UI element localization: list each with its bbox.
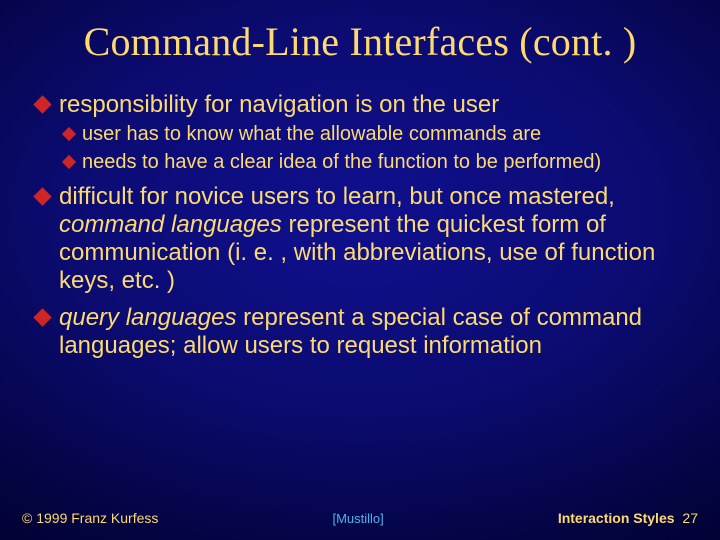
bullet-level1: difficult for novice users to learn, but… bbox=[36, 183, 684, 296]
page-indicator: Interaction Styles 27 bbox=[558, 510, 698, 526]
bullet-level2: user has to know what the allowable comm… bbox=[64, 123, 684, 147]
bullet-text: user has to know what the allowable comm… bbox=[82, 123, 684, 147]
bullet-diamond-icon bbox=[33, 187, 51, 205]
bullet-text: needs to have a clear idea of the functi… bbox=[82, 151, 684, 175]
bullet-diamond-icon bbox=[62, 155, 76, 169]
copyright-text: © 1999 Franz Kurfess bbox=[22, 510, 158, 526]
slide: Command-Line Interfaces (cont. ) respons… bbox=[0, 0, 720, 540]
text-emphasis: query languages bbox=[59, 304, 236, 331]
text-emphasis: command languages bbox=[59, 211, 282, 238]
bullet-text: responsibility for navigation is on the … bbox=[59, 91, 684, 119]
bullet-diamond-icon bbox=[62, 127, 76, 141]
bullet-level1: responsibility for navigation is on the … bbox=[36, 91, 684, 119]
slide-body: responsibility for navigation is on the … bbox=[0, 65, 720, 360]
section-name: Interaction Styles bbox=[558, 510, 675, 526]
bullet-text: query languages represent a special case… bbox=[59, 304, 684, 361]
bullet-level2: needs to have a clear idea of the functi… bbox=[64, 151, 684, 175]
text-run: difficult for novice users to learn, but… bbox=[59, 183, 615, 210]
slide-footer: © 1999 Franz Kurfess [Mustillo] Interact… bbox=[0, 510, 720, 526]
citation-text: [Mustillo] bbox=[332, 511, 383, 526]
slide-title: Command-Line Interfaces (cont. ) bbox=[0, 0, 720, 65]
bullet-level1: query languages represent a special case… bbox=[36, 304, 684, 361]
bullet-diamond-icon bbox=[33, 308, 51, 326]
page-number: 27 bbox=[682, 510, 698, 526]
bullet-text: difficult for novice users to learn, but… bbox=[59, 183, 684, 296]
bullet-diamond-icon bbox=[33, 95, 51, 113]
